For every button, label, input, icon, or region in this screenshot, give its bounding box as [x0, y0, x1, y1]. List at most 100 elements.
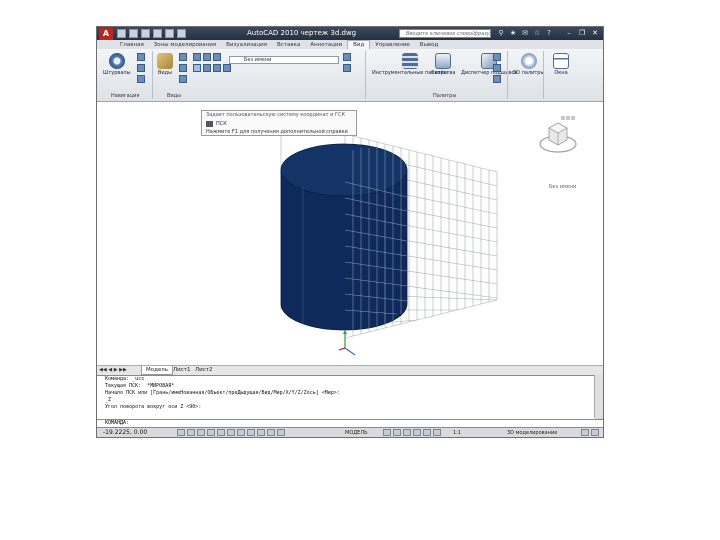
status-bar: -19.2225, 0.00 МОДЕЛЬ 1:1 3D моделирован…: [97, 427, 603, 437]
3d-navigation-icon: [520, 53, 537, 69]
status-tray: [581, 429, 599, 436]
panel-title-views: Виды: [167, 93, 182, 99]
panel-title-navigation: Навигация: [111, 93, 140, 99]
coordinates-readout[interactable]: -19.2225, 0.00: [103, 429, 147, 437]
annotation-scale[interactable]: 1:1: [453, 429, 461, 437]
tab-output[interactable]: Вывод: [415, 41, 444, 49]
pan-status-icon[interactable]: [403, 429, 411, 436]
layout-tabs: ◀◀ ◀ ▶ ▶▶ Модель Лист1 Лист2: [97, 365, 603, 375]
views-button[interactable]: Виды: [157, 53, 173, 76]
ucs-icon[interactable]: [179, 75, 187, 83]
ribbon-tabs: Главная Зоны моделирования Визуализация …: [97, 40, 603, 49]
tab-manage[interactable]: Управление: [370, 41, 415, 49]
qp-toggle[interactable]: [277, 429, 285, 436]
viewcube-ucs-label[interactable]: Без имени: [549, 184, 576, 190]
showmotion-icon[interactable]: [433, 429, 441, 436]
drawing-viewport[interactable]: Без имени: [97, 102, 603, 365]
viewport-config-icon[interactable]: [343, 53, 351, 61]
tooltip-ucs-label: ПСК: [216, 121, 227, 127]
ucs-icon-canvas: [338, 330, 356, 356]
properties-button[interactable]: Свойства: [431, 53, 455, 76]
tab-insert[interactable]: Вставка: [272, 41, 305, 49]
left-view-icon[interactable]: [213, 53, 221, 61]
ortho-toggle[interactable]: [197, 429, 205, 436]
tab-view[interactable]: Вид: [347, 40, 371, 49]
ucs-y-icon[interactable]: [213, 64, 221, 72]
minimize-icon[interactable]: –: [564, 28, 574, 38]
snap-toggle[interactable]: [177, 429, 185, 436]
open-file-icon[interactable]: [129, 29, 138, 38]
close-icon[interactable]: ✕: [590, 28, 600, 38]
sheet-set-button[interactable]: Диспетчер подшивок: [461, 53, 518, 76]
infocenter-icons: ⚲ ★ ✉ ☆ ?: [497, 29, 553, 37]
steering-wheel-status-icon[interactable]: [423, 429, 431, 436]
binoculars-icon[interactable]: ⚲: [497, 29, 505, 37]
quick-view-drawings-icon[interactable]: [393, 429, 401, 436]
ucs-x-icon[interactable]: [203, 64, 211, 72]
window-title: AutoCAD 2010 чертеж 3d.dwg: [247, 29, 357, 37]
favorites-icon[interactable]: ☆: [533, 29, 541, 37]
named-view-dropdown[interactable]: Без имени: [229, 56, 339, 64]
tab-home[interactable]: Главная: [115, 41, 149, 49]
title-bar: A AutoCAD 2010 чертеж 3d.dwg Введите клю…: [97, 27, 603, 40]
dyn-toggle[interactable]: [257, 429, 265, 436]
cylinder-top: [280, 143, 408, 197]
zoom-status-icon[interactable]: [413, 429, 421, 436]
cylinder: [280, 143, 408, 331]
save-icon[interactable]: [141, 29, 150, 38]
command-line-5: Угол поворота вокруг оси Z <90>:: [105, 404, 202, 410]
subscription-icon[interactable]: ★: [509, 29, 517, 37]
grid-toggle[interactable]: [187, 429, 195, 436]
undo-icon[interactable]: [153, 29, 162, 38]
communication-icon[interactable]: ✉: [521, 29, 529, 37]
ducs-toggle[interactable]: [247, 429, 255, 436]
orbit-icon[interactable]: [137, 64, 145, 72]
workspace-switch[interactable]: 3D моделирование: [507, 429, 557, 437]
command-line-3: Начало ПСК или [Грань/имеНованная/ОБъект…: [105, 390, 340, 396]
quick-view-layouts-icon[interactable]: [383, 429, 391, 436]
markup-icon[interactable]: [493, 64, 501, 72]
panel-separator: [543, 51, 544, 99]
zoom-icon[interactable]: [137, 75, 145, 83]
layout-nav-arrows[interactable]: ◀◀ ◀ ▶ ▶▶: [99, 366, 127, 374]
restore-icon[interactable]: ❐: [577, 28, 587, 38]
tab-modeling[interactable]: Зоны моделирования: [149, 41, 221, 49]
cube-3d-button[interactable]: 3D палитры: [513, 53, 544, 76]
view-manager-icon[interactable]: [179, 53, 187, 61]
navigation-status-icons: [383, 429, 441, 436]
ucs-world-icon[interactable]: [193, 64, 201, 72]
visual-style-icon[interactable]: [343, 64, 351, 72]
tab-render[interactable]: Визуализация: [221, 41, 272, 49]
model-space-toggle[interactable]: МОДЕЛЬ: [345, 429, 368, 437]
front-view-icon[interactable]: [203, 53, 211, 61]
search-input[interactable]: Введите ключевое слово/фразу: [399, 29, 491, 38]
panel-title-palettes: Палитры: [433, 93, 457, 99]
pan-icon[interactable]: [137, 53, 145, 61]
osnap-toggle[interactable]: [217, 429, 225, 436]
tab-layout2[interactable]: Лист2: [191, 366, 216, 374]
clean-screen-icon[interactable]: [591, 429, 599, 436]
named-views-icon[interactable]: [179, 64, 187, 72]
calculator-icon[interactable]: [493, 75, 501, 83]
lock-icon[interactable]: [581, 429, 589, 436]
plot-icon[interactable]: [177, 29, 186, 38]
windows-button[interactable]: Окна: [553, 53, 569, 76]
help-icon[interactable]: ?: [545, 29, 553, 37]
redo-icon[interactable]: [165, 29, 174, 38]
application-menu-button[interactable]: A: [99, 28, 113, 40]
command-scrollbar[interactable]: [594, 375, 603, 418]
lwt-toggle[interactable]: [267, 429, 275, 436]
panel-separator: [507, 51, 508, 99]
3d-osnap-toggle[interactable]: [227, 429, 235, 436]
top-view-icon[interactable]: [193, 53, 201, 61]
tab-annotate[interactable]: Аннотации: [305, 41, 347, 49]
viewcube[interactable]: [537, 114, 579, 156]
steering-wheels-button[interactable]: Штурвалы: [103, 53, 131, 76]
command-line-4: _Z: [105, 397, 112, 403]
design-center-icon[interactable]: [493, 53, 501, 61]
otrack-toggle[interactable]: [237, 429, 245, 436]
new-file-icon[interactable]: [117, 29, 126, 38]
command-input[interactable]: КОМАНДА:: [97, 419, 603, 427]
polar-toggle[interactable]: [207, 429, 215, 436]
ucs-z-icon[interactable]: [223, 64, 231, 72]
